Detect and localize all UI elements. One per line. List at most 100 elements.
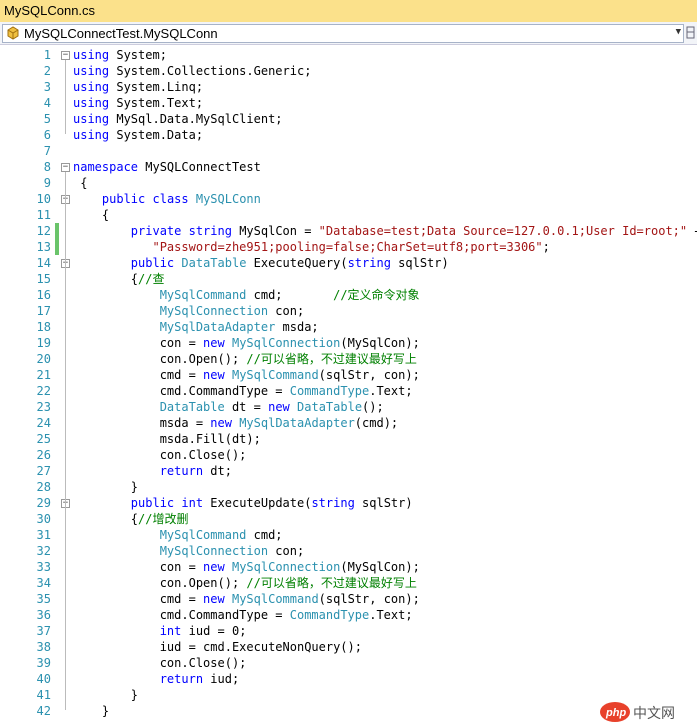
code-line[interactable]: 36 cmd.CommandType = CommandType.Text; bbox=[0, 607, 697, 623]
collapse-icon[interactable]: − bbox=[61, 163, 70, 172]
code-line[interactable]: 14− public DataTable ExecuteQuery(string… bbox=[0, 255, 697, 271]
code-line[interactable]: 33 con = new MySqlConnection(MySqlCon); bbox=[0, 559, 697, 575]
code-line[interactable]: 9 { bbox=[0, 175, 697, 191]
code-token: class bbox=[152, 192, 189, 206]
code-line[interactable]: 5 using MySql.Data.MySqlClient; bbox=[0, 111, 697, 127]
code-line[interactable]: 16 MySqlCommand cmd; //定义命令对象 bbox=[0, 287, 697, 303]
code-token: iud; bbox=[203, 672, 240, 686]
code-token: int bbox=[159, 624, 182, 638]
code-text: MySqlConnection con; bbox=[73, 543, 305, 559]
code-line[interactable]: 37 int iud = 0; bbox=[0, 623, 697, 639]
code-token: { bbox=[73, 512, 139, 526]
code-line[interactable]: 32 MySqlConnection con; bbox=[0, 543, 697, 559]
code-text: cmd = new MySqlCommand(sqlStr, con); bbox=[73, 591, 420, 607]
change-marker bbox=[55, 239, 59, 255]
line-number: 22 bbox=[36, 384, 51, 398]
code-token: dt; bbox=[203, 464, 232, 478]
code-text: int iud = 0; bbox=[73, 623, 247, 639]
member-dropdown[interactable]: MySQLConnectTest.MySQLConn ▼ bbox=[2, 24, 684, 43]
code-line[interactable]: 23 DataTable dt = new DataTable(); bbox=[0, 399, 697, 415]
code-line[interactable]: 21 cmd = new MySqlCommand(sqlStr, con); bbox=[0, 367, 697, 383]
code-line[interactable]: 41 } bbox=[0, 687, 697, 703]
code-line[interactable]: 11 { bbox=[0, 207, 697, 223]
change-marker bbox=[55, 223, 59, 239]
code-line[interactable]: 10− public class MySQLConn bbox=[0, 191, 697, 207]
code-line[interactable]: 26 con.Close(); bbox=[0, 447, 697, 463]
code-line[interactable]: 29− public int ExecuteUpdate(string sqlS… bbox=[0, 495, 697, 511]
code-line[interactable]: 31 MySqlCommand cmd; bbox=[0, 527, 697, 543]
code-line[interactable]: 7 bbox=[0, 143, 697, 159]
code-text: using System.Linq; bbox=[73, 79, 203, 95]
code-token: { bbox=[73, 208, 110, 222]
code-token: return bbox=[159, 672, 204, 686]
code-line[interactable]: 22 cmd.CommandType = CommandType.Text; bbox=[0, 383, 697, 399]
code-line[interactable]: 13 "Password=zhe951;pooling=false;CharSe… bbox=[0, 239, 697, 255]
line-number: 26 bbox=[36, 448, 51, 462]
line-number: 28 bbox=[36, 480, 51, 494]
code-editor[interactable]: 1− using System; 2 using System.Collections… bbox=[0, 45, 697, 727]
code-token: cmd.CommandType = bbox=[73, 384, 290, 398]
code-token: { bbox=[73, 272, 139, 286]
class-icon bbox=[7, 26, 19, 40]
collapse-icon[interactable]: − bbox=[61, 51, 70, 60]
chevron-down-icon[interactable]: ▼ bbox=[676, 27, 681, 37]
code-token: MySQLConn bbox=[195, 192, 261, 206]
code-line[interactable]: 19 con = new MySqlConnection(MySqlCon); bbox=[0, 335, 697, 351]
code-text: con.Close(); bbox=[73, 447, 247, 463]
line-number: 27 bbox=[36, 464, 51, 478]
code-token: string bbox=[347, 256, 391, 270]
code-token: namespace bbox=[73, 160, 139, 174]
code-line[interactable]: 8 − namespace MySQLConnectTest bbox=[0, 159, 697, 175]
code-token: using bbox=[73, 80, 110, 94]
code-line[interactable]: 39 con.Close(); bbox=[0, 655, 697, 671]
code-line[interactable]: 30 {//增改删 bbox=[0, 511, 697, 527]
code-line[interactable]: 4 using System.Text; bbox=[0, 95, 697, 111]
code-line[interactable]: 42 } bbox=[0, 703, 697, 719]
fold-guide bbox=[65, 508, 66, 694]
document-tab[interactable]: MySQLConn.cs bbox=[4, 3, 95, 18]
code-token: private bbox=[130, 224, 182, 238]
code-line[interactable]: 40 return iud; bbox=[0, 671, 697, 687]
code-text: msda = new MySqlDataAdapter(cmd); bbox=[73, 415, 398, 431]
code-line[interactable]: 24 msda = new MySqlDataAdapter(cmd); bbox=[0, 415, 697, 431]
code-text: using System.Text; bbox=[73, 95, 203, 111]
code-line[interactable]: 34 con.Open(); //可以省略，不过建议最好写上 bbox=[0, 575, 697, 591]
code-line[interactable]: 17 MySqlConnection con; bbox=[0, 303, 697, 319]
code-line[interactable]: 1 − using System; bbox=[0, 47, 697, 63]
code-text: } bbox=[73, 687, 138, 703]
code-token: new bbox=[268, 400, 290, 414]
line-number: 7 bbox=[43, 144, 51, 158]
line-number: 10 bbox=[36, 192, 51, 206]
split-icon[interactable] bbox=[686, 26, 695, 39]
code-line[interactable]: 20 con.Open(); //可以省略，不过建议最好写上 bbox=[0, 351, 697, 367]
line-number: 2 bbox=[43, 64, 51, 78]
code-line[interactable]: 28 } bbox=[0, 479, 697, 495]
code-token: ExecuteUpdate( bbox=[203, 496, 312, 510]
navigation-bar: MySQLConnectTest.MySQLConn ▼ bbox=[0, 22, 697, 45]
line-number: 8 bbox=[43, 160, 51, 174]
code-line[interactable]: 6 using System.Data; bbox=[0, 127, 697, 143]
code-token: .Text; bbox=[369, 608, 413, 622]
code-line[interactable]: 15 {//查 bbox=[0, 271, 697, 287]
code-line[interactable]: 38 iud = cmd.ExecuteNonQuery(); bbox=[0, 639, 697, 655]
line-number: 24 bbox=[36, 416, 51, 430]
code-line[interactable]: 25 msda.Fill(dt); bbox=[0, 431, 697, 447]
code-line[interactable]: 35 cmd = new MySqlCommand(sqlStr, con); bbox=[0, 591, 697, 607]
code-token: con; bbox=[268, 304, 305, 318]
code-line[interactable]: 27 return dt; bbox=[0, 463, 697, 479]
code-line[interactable]: 2 using System.Collections.Generic; bbox=[0, 63, 697, 79]
code-line[interactable]: 3 using System.Linq; bbox=[0, 79, 697, 95]
fold-guide bbox=[65, 268, 66, 486]
code-token: MySqlCon = bbox=[231, 224, 319, 238]
code-line[interactable]: 12 private string MySqlCon = "Database=t… bbox=[0, 223, 697, 239]
code-text: {//查 bbox=[73, 271, 165, 287]
line-number: 11 bbox=[36, 208, 51, 222]
code-line[interactable]: 18 MySqlDataAdapter msda; bbox=[0, 319, 697, 335]
line-number: 39 bbox=[36, 656, 51, 670]
